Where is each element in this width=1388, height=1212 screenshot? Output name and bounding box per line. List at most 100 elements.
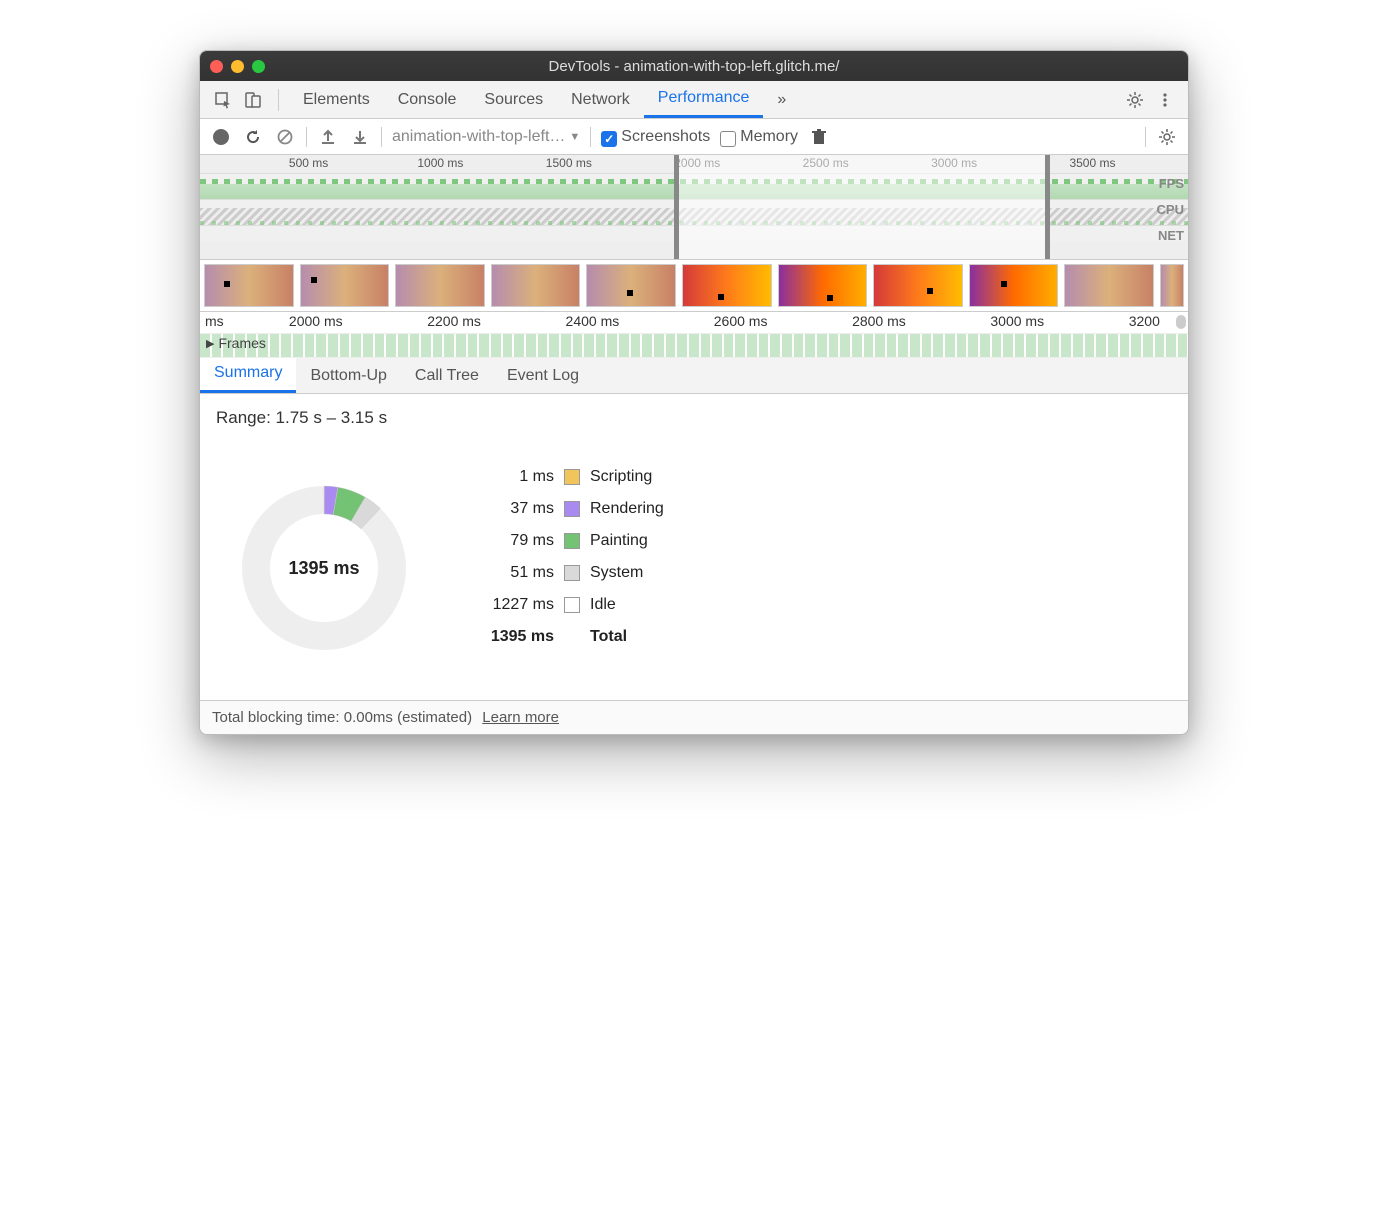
screenshot-thumb[interactable] <box>969 264 1059 307</box>
tab-bottom-up[interactable]: Bottom-Up <box>296 359 400 393</box>
ruler-tick: 2200 ms <box>427 313 481 329</box>
tab-call-tree[interactable]: Call Tree <box>401 359 493 393</box>
summary-panel: Range: 1.75 s – 3.15 s 1395 ms 1 msScrip… <box>200 394 1188 700</box>
screenshots-toggle[interactable]: Screenshots <box>601 128 710 146</box>
legend-row: 37 ms Rendering <box>474 500 664 518</box>
ruler-tick: 2000 ms <box>289 313 343 329</box>
overview-cpu-band[interactable]: CPU <box>200 199 1188 225</box>
tab-event-log[interactable]: Event Log <box>493 359 593 393</box>
recording-name: animation-with-top-left… <box>392 128 565 146</box>
tab-performance[interactable]: Performance <box>644 81 764 118</box>
minimize-window-icon[interactable] <box>231 60 244 73</box>
screenshot-thumb[interactable] <box>395 264 485 307</box>
tab-elements[interactable]: Elements <box>289 81 384 118</box>
inspect-element-icon[interactable] <box>210 87 236 113</box>
overview-tick: 3500 ms <box>1069 156 1115 170</box>
ruler-tick: 2400 ms <box>566 313 620 329</box>
traffic-lights <box>210 60 265 73</box>
settings-gear-icon[interactable] <box>1122 87 1148 113</box>
screenshot-thumb[interactable] <box>778 264 868 307</box>
legend-value: 37 ms <box>474 500 554 518</box>
screenshot-thumb[interactable] <box>1064 264 1154 307</box>
performance-toolbar: animation-with-top-left… ▼ Screenshots M… <box>200 119 1188 155</box>
analysis-tabs: Summary Bottom-Up Call Tree Event Log <box>200 358 1188 394</box>
overview-tick: 3000 ms <box>931 156 977 170</box>
overview-ruler[interactable]: 500 ms 1000 ms 1500 ms 2000 ms 2500 ms 3… <box>200 155 1188 173</box>
screenshot-thumb[interactable] <box>682 264 772 307</box>
tab-network[interactable]: Network <box>557 81 644 118</box>
legend-total-row: 1395 msTotal <box>474 628 664 646</box>
recording-selector[interactable]: animation-with-top-left… ▼ <box>392 128 580 146</box>
ruler-tick: 2800 ms <box>852 313 906 329</box>
maximize-window-icon[interactable] <box>252 60 265 73</box>
kebab-menu-icon[interactable] <box>1152 87 1178 113</box>
legend-label: System <box>590 564 643 582</box>
legend-label: Rendering <box>590 500 664 518</box>
capture-settings-gear-icon[interactable] <box>1156 126 1178 148</box>
devtools-main-tabs: Elements Console Sources Network Perform… <box>200 81 1188 119</box>
titlebar[interactable]: DevTools - animation-with-top-left.glitc… <box>200 51 1188 81</box>
tab-sources[interactable]: Sources <box>470 81 557 118</box>
screenshot-thumb[interactable] <box>491 264 581 307</box>
ruler-tick: 2600 ms <box>714 313 768 329</box>
overview-strip[interactable]: 500 ms 1000 ms 1500 ms 2000 ms 2500 ms 3… <box>200 155 1188 260</box>
legend-value: 1 ms <box>474 468 554 486</box>
legend-label: Painting <box>590 532 648 550</box>
donut-center-value: 1395 ms <box>234 478 414 658</box>
flame-ruler[interactable]: ms 2000 ms 2200 ms 2400 ms 2600 ms 2800 … <box>200 312 1188 334</box>
legend-label: Idle <box>590 596 616 614</box>
screenshots-filmstrip[interactable] <box>200 260 1188 312</box>
overview-tick: 2500 ms <box>803 156 849 170</box>
divider <box>590 127 591 147</box>
save-profile-icon[interactable] <box>349 126 371 148</box>
screenshot-thumb[interactable] <box>873 264 963 307</box>
expand-triangle-icon[interactable]: ▶ <box>206 337 214 350</box>
net-label: NET <box>1158 228 1184 243</box>
screenshot-thumb[interactable] <box>300 264 390 307</box>
record-button[interactable] <box>210 126 232 148</box>
load-profile-icon[interactable] <box>317 126 339 148</box>
legend-value: 79 ms <box>474 532 554 550</box>
divider <box>381 127 382 147</box>
divider <box>278 89 279 111</box>
divider <box>1145 127 1146 147</box>
overview-net-band[interactable]: NET <box>200 225 1188 241</box>
screenshot-thumb[interactable] <box>586 264 676 307</box>
summary-donut-chart: 1395 ms <box>234 478 414 658</box>
tab-console[interactable]: Console <box>384 81 471 118</box>
ruler-tick: 3000 ms <box>990 313 1044 329</box>
memory-label: Memory <box>740 128 798 146</box>
device-toggle-icon[interactable] <box>240 87 266 113</box>
garbage-collect-icon[interactable] <box>808 126 830 148</box>
blocking-time-footer: Total blocking time: 0.00ms (estimated) … <box>200 700 1188 734</box>
overview-tick: 2000 ms <box>674 156 720 170</box>
close-window-icon[interactable] <box>210 60 223 73</box>
tab-summary[interactable]: Summary <box>200 356 296 393</box>
tabs-overflow[interactable]: » <box>763 81 800 118</box>
checkbox-checked-icon[interactable] <box>601 131 617 147</box>
legend-swatch-icon <box>564 597 580 613</box>
legend-swatch-icon <box>564 533 580 549</box>
summary-legend: 1 msScripting 37 ms Rendering 79 ms Painting… <box>474 468 664 660</box>
learn-more-link[interactable]: Learn more <box>482 709 559 726</box>
screenshot-thumb[interactable] <box>204 264 294 307</box>
blocking-time-text: Total blocking time: 0.00ms (estimated) <box>212 709 472 726</box>
reload-record-icon[interactable] <box>242 126 264 148</box>
range-text: Range: 1.75 s – 3.15 s <box>216 408 1172 428</box>
screenshots-label: Screenshots <box>621 128 710 146</box>
legend-row: 1 msScripting <box>474 468 664 486</box>
cpu-label: CPU <box>1157 202 1184 217</box>
divider <box>306 127 307 147</box>
screenshot-thumb[interactable] <box>1160 264 1184 307</box>
legend-total-label: Total <box>590 628 627 646</box>
overview-tick: 1500 ms <box>546 156 592 170</box>
scroll-knob[interactable] <box>1176 315 1186 329</box>
memory-toggle[interactable]: Memory <box>720 128 798 146</box>
checkbox-icon[interactable] <box>720 131 736 147</box>
devtools-window: DevTools - animation-with-top-left.glitc… <box>199 50 1189 735</box>
clear-icon[interactable] <box>274 126 296 148</box>
legend-swatch-icon <box>564 501 580 517</box>
frames-track[interactable]: ▶ Frames <box>200 334 1188 358</box>
legend-swatch-icon <box>564 469 580 485</box>
overview-fps-band[interactable]: FPS <box>200 173 1188 199</box>
